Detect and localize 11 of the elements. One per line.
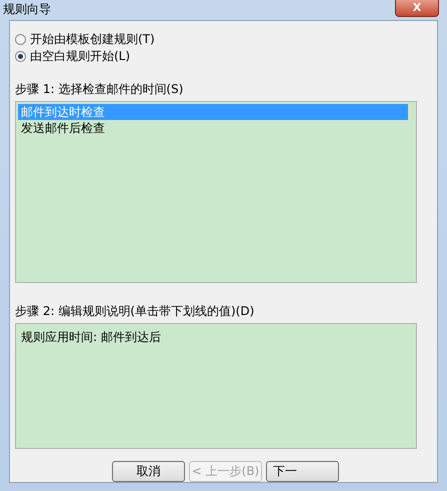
- radio-button[interactable]: [15, 51, 26, 62]
- window-title: 规则向导: [3, 0, 51, 18]
- wizard-button[interactable]: 下一: [266, 461, 339, 482]
- list-item[interactable]: 发送邮件后检查: [18, 120, 408, 136]
- option-label[interactable]: 由空白规则开始(L): [30, 48, 130, 65]
- step-label: 步骤 1: 选择检查邮件的时间(S): [15, 81, 184, 98]
- radio-button[interactable]: [15, 34, 26, 45]
- option-label[interactable]: 开始由模板创建规则(T): [30, 31, 155, 48]
- rule-description: 规则应用时间: 邮件到达后: [20, 329, 162, 346]
- wizard-button[interactable]: 取消: [112, 461, 185, 482]
- step-label: 步骤 2: 编辑规则说明(单击带下划线的值)(D): [15, 303, 256, 320]
